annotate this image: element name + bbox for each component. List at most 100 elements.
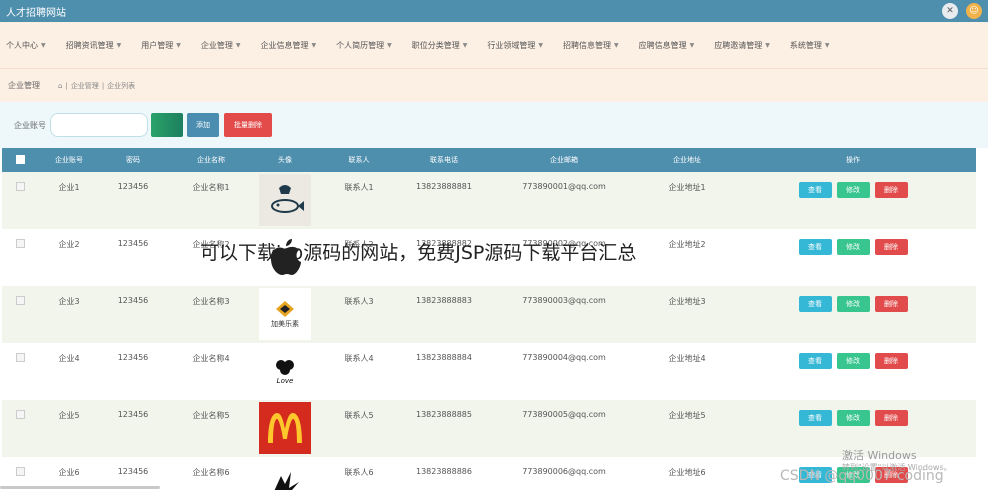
cell-password: 123456 (117, 353, 149, 362)
table-row: 企业5 123456 企业名称5 联系人5 13823888885 773890… (2, 400, 976, 457)
table-header-row: 企业账号 密码 企业名称 头像 联系人 联系电话 企业邮箱 企业地址 操作 (2, 148, 976, 172)
header-address[interactable]: 企业地址 (644, 148, 730, 172)
cell-name: 企业名称3 (192, 297, 230, 306)
nav-item-invitation[interactable]: 应聘邀请管理 ▼ (714, 40, 770, 51)
chevron-down-icon: ▼ (235, 41, 241, 49)
cell-account: 企业5 (58, 411, 80, 420)
edit-button[interactable]: 修改 (836, 296, 870, 312)
search-button[interactable] (151, 113, 183, 137)
add-button[interactable]: 添加 (187, 113, 219, 137)
cell-address: 企业地址5 (668, 411, 706, 420)
header-contact[interactable]: 联系人 (314, 148, 404, 172)
row-checkbox[interactable] (15, 296, 25, 305)
header-email[interactable]: 企业邮箱 (484, 148, 644, 172)
cell-contact: 联系人5 (344, 411, 374, 420)
top-bar: 人才招聘网站 ✕ ☺ (0, 0, 988, 22)
nav-item-news[interactable]: 招聘资讯管理 ▼ (66, 40, 122, 51)
select-all-checkbox[interactable] (2, 148, 38, 172)
cell-password: 123456 (117, 239, 149, 248)
cell-account: 企业3 (58, 297, 80, 306)
cell-account: 企业4 (58, 354, 80, 363)
chevron-down-icon: ▼ (538, 41, 543, 49)
header-account[interactable]: 企业账号 (38, 148, 100, 172)
jiamei-logo-icon: 加美乐素 (259, 288, 311, 340)
table-row: 企业1 123456 企业名称1 联系人1 13823888881 773890… (2, 172, 976, 229)
header-phone[interactable]: 联系电话 (404, 148, 484, 172)
row-checkbox[interactable] (15, 239, 25, 248)
chevron-down-icon: ▼ (387, 41, 392, 49)
cell-email: 773890001@qq.com (522, 182, 606, 191)
mcdonalds-logo-icon (259, 402, 311, 454)
avatar[interactable]: ☺ (966, 3, 982, 19)
header-actions: 操作 (846, 156, 860, 164)
nav-item-resume[interactable]: 个人简历管理 ▼ (336, 40, 392, 51)
cell-email: 773890006@qq.com (522, 467, 606, 476)
close-icon[interactable]: ✕ (942, 3, 958, 19)
nav-item-industry[interactable]: 行业领域管理 ▼ (487, 40, 543, 51)
row-checkbox[interactable] (15, 467, 25, 476)
edit-button[interactable]: 修改 (836, 410, 870, 426)
overlay-caption: 可以下载jsp源码的网站，免费JSP源码下载平台汇总 (200, 242, 637, 264)
delete-button[interactable]: 删除 (874, 296, 908, 312)
cell-email: 773890003@qq.com (522, 296, 606, 305)
cell-email: 773890004@qq.com (522, 353, 606, 362)
delete-button[interactable]: 删除 (874, 239, 908, 255)
nav-item-application[interactable]: 应聘信息管理 ▼ (639, 40, 695, 51)
batch-delete-button[interactable]: 批量删除 (224, 113, 272, 137)
chevron-down-icon: ▼ (824, 41, 830, 49)
nav-item-enterprise[interactable]: 企业管理 ▼ (201, 40, 241, 51)
cell-phone: 13823888884 (416, 353, 472, 362)
nav-item-job-category[interactable]: 职位分类管理 ▼ (412, 40, 468, 51)
nav-item-system[interactable]: 系统管理 ▼ (790, 40, 830, 51)
chevron-down-icon: ▼ (689, 41, 695, 49)
row-checkbox[interactable] (15, 353, 25, 362)
horizontal-scrollbar[interactable] (0, 486, 160, 489)
cell-address: 企业地址4 (668, 354, 706, 363)
cell-phone: 13823888881 (416, 182, 472, 191)
edit-button[interactable]: 修改 (836, 239, 870, 255)
row-checkbox[interactable] (15, 182, 25, 191)
main-nav: 个人中心 ▼ 招聘资讯管理 ▼ 用户管理 ▼ 企业管理 ▼ 企业信息管理 ▼ 个人简历管理… (0, 22, 988, 68)
cell-address: 企业地址1 (668, 183, 706, 192)
cell-name: 企业名称6 (192, 468, 230, 477)
cell-password: 123456 (117, 182, 149, 191)
nav-item-recruitment[interactable]: 招聘信息管理 ▼ (563, 40, 619, 51)
table-row: 企业4 123456 企业名称4 Love 联系人4 13823888884 7… (2, 343, 976, 400)
chevron-down-icon: ▼ (176, 41, 181, 49)
nav-item-enterprise-info[interactable]: 企业信息管理 ▼ (261, 40, 317, 51)
breadcrumb-bar: 企业管理 ⌂ | 企业管理 | 企业列表 (0, 68, 988, 102)
view-button[interactable]: 查看 (798, 410, 832, 426)
header-avatar: 头像 (278, 156, 292, 164)
view-button[interactable]: 查看 (798, 182, 832, 198)
cell-account: 企业2 (58, 240, 80, 249)
chevron-down-icon: ▼ (614, 41, 619, 49)
delete-button[interactable]: 删除 (874, 353, 908, 369)
view-button[interactable]: 查看 (798, 296, 832, 312)
edit-button[interactable]: 修改 (836, 353, 870, 369)
view-button[interactable]: 查看 (798, 353, 832, 369)
cell-email: 773890005@qq.com (522, 410, 606, 419)
delete-button[interactable]: 删除 (874, 182, 908, 198)
chevron-down-icon: ▼ (462, 41, 468, 49)
cell-phone: 13823888886 (416, 467, 472, 476)
breadcrumb-separator: | (65, 81, 68, 90)
row-checkbox[interactable] (15, 410, 25, 419)
cell-phone: 13823888885 (416, 410, 472, 419)
search-input[interactable] (50, 113, 148, 137)
search-label: 企业账号 (14, 120, 46, 130)
edit-button[interactable]: 修改 (836, 182, 870, 198)
header-name[interactable]: 企业名称 (166, 148, 256, 172)
breadcrumb-item[interactable]: 企业管理 (71, 81, 99, 91)
cell-name: 企业名称1 (192, 183, 230, 192)
delete-button[interactable]: 删除 (874, 410, 908, 426)
cell-password: 123456 (117, 410, 149, 419)
home-icon[interactable]: ⌂ (58, 82, 62, 90)
cell-contact: 联系人3 (344, 297, 374, 306)
view-button[interactable]: 查看 (798, 239, 832, 255)
clover-logo-icon: Love (259, 345, 311, 397)
header-password[interactable]: 密码 (100, 148, 166, 172)
csdn-watermark: CSDN @qq0007-coding (780, 468, 944, 484)
cell-password: 123456 (117, 296, 149, 305)
nav-item-personal-center[interactable]: 个人中心 ▼ (6, 40, 46, 51)
nav-item-users[interactable]: 用户管理 ▼ (141, 40, 181, 51)
